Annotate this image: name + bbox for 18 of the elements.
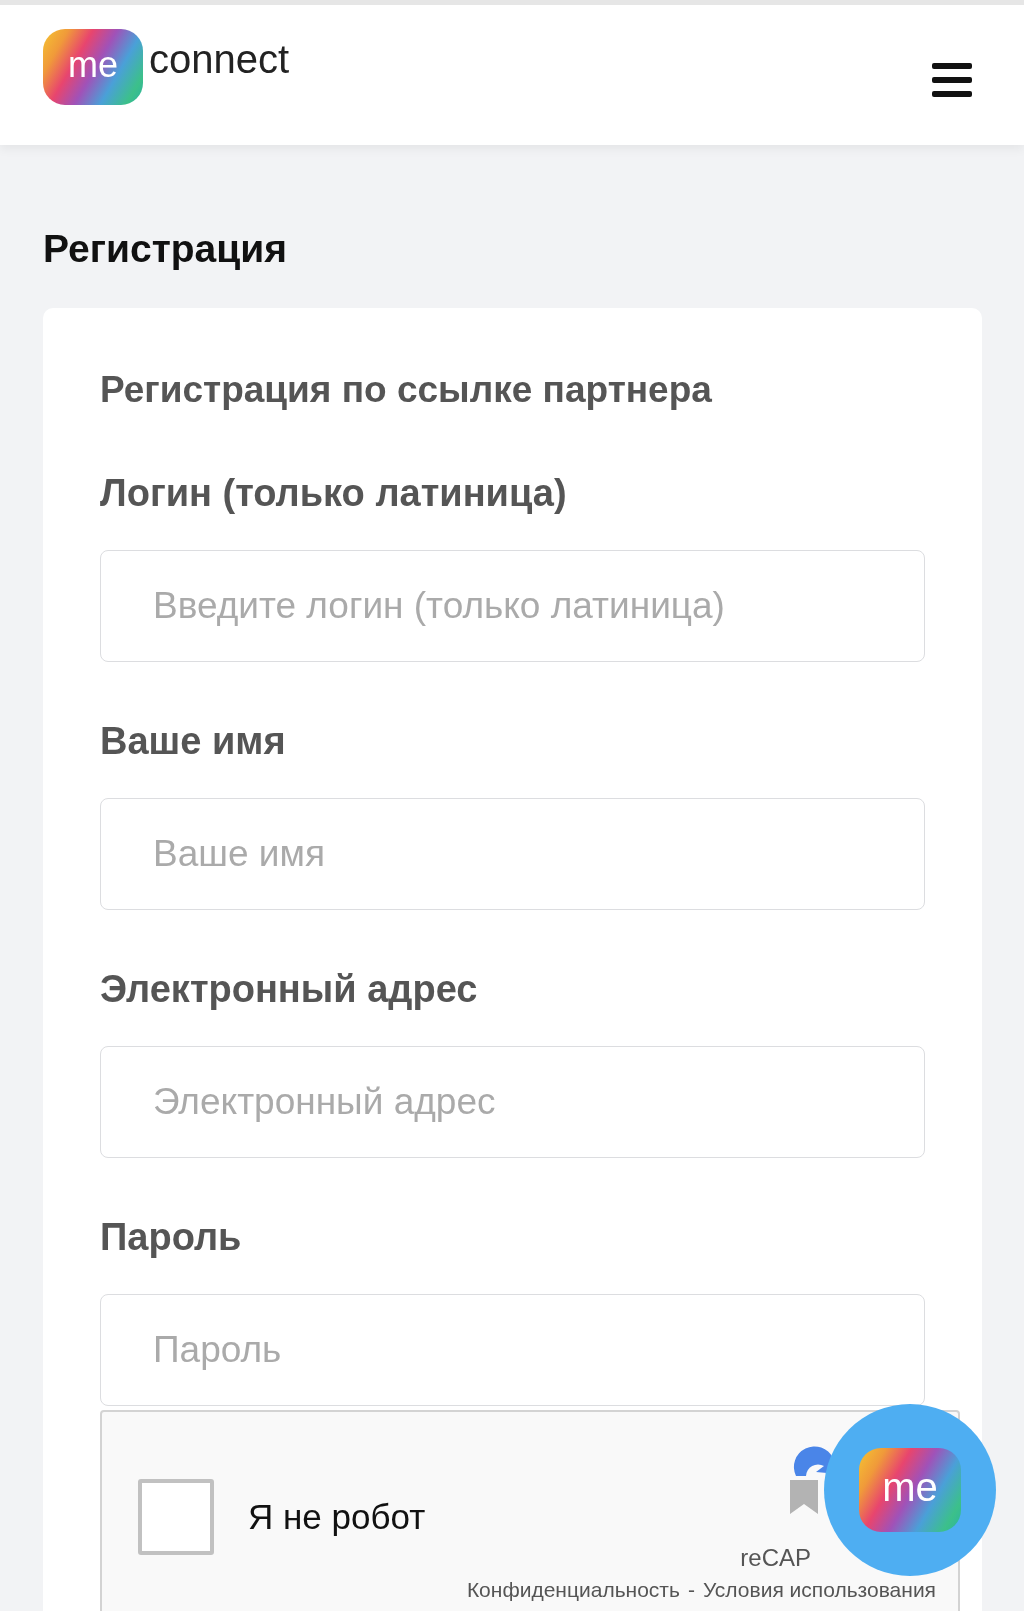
captcha-link[interactable]: Конфиденциальность [466,1578,680,1602]
field-label: Ваше имя [100,719,287,763]
page-title: Регистрация [43,226,288,272]
recaptcha-wordmark: reCAP [740,1544,811,1572]
checkbox-label: Я не робот [248,1497,426,1537]
form-subtitle: Регистрация по ссылке партнера [100,368,713,412]
logo-badge[interactable]: me [43,29,143,105]
chat-logo-badge: me [859,1448,961,1532]
separator: - [687,1578,695,1602]
input-field[interactable]: Введите логин (только латиница) [100,550,925,662]
field-label: Пароль [100,1215,243,1259]
logo-wordmark[interactable]: connect [149,29,290,89]
input-field[interactable]: Ваше имя [100,798,925,910]
field-label: Электронный адрес [100,967,479,1011]
input-field[interactable]: Электронный адрес [100,1046,925,1158]
field-label: Логин (только латиница) [100,471,568,515]
captcha-link[interactable]: Условия использования [702,1578,936,1602]
input-field[interactable]: Пароль [100,1294,925,1406]
